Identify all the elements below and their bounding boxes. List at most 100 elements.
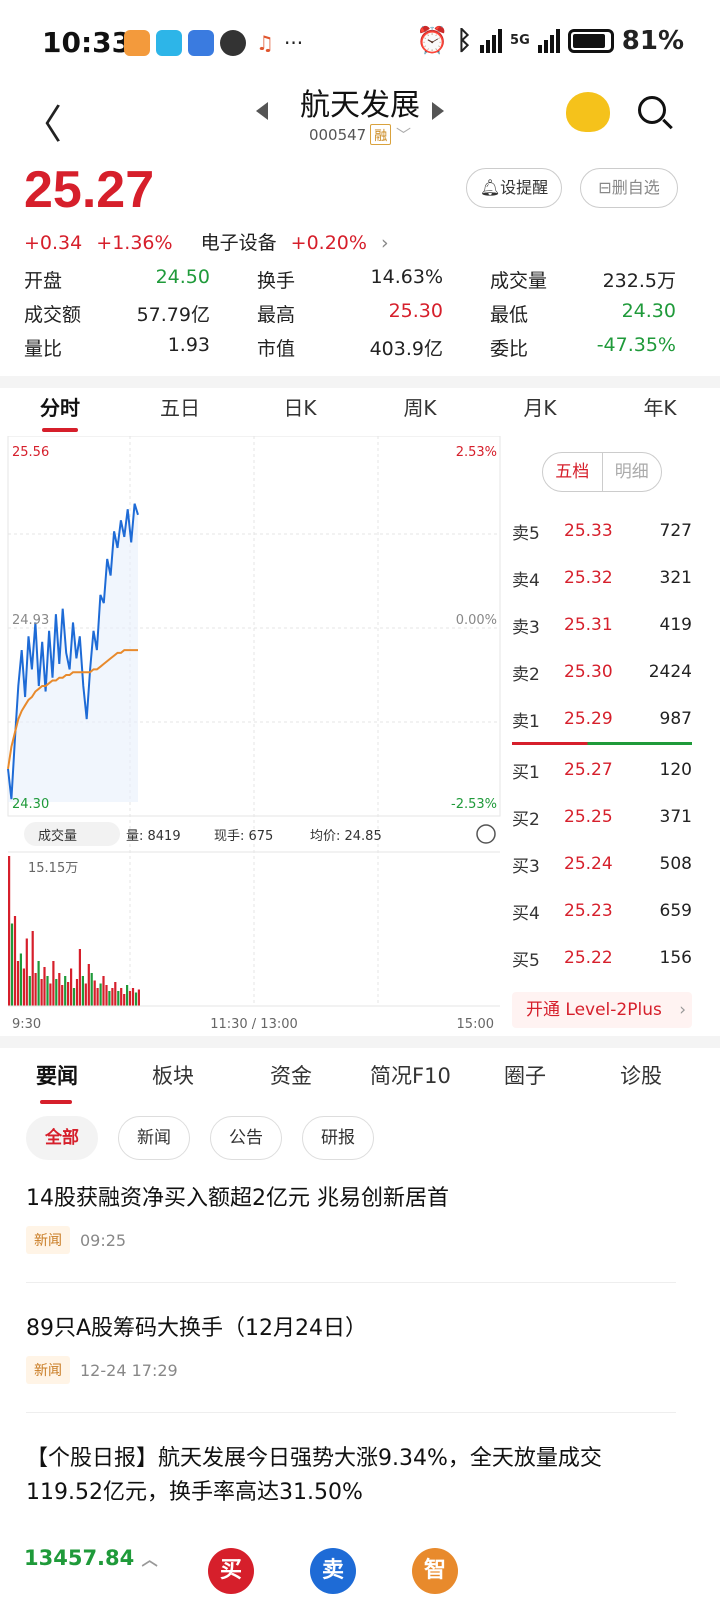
x-tick-label: 15:00 — [457, 1017, 494, 1032]
tab-chart-period[interactable]: 日K — [240, 392, 360, 430]
volume-bar — [131, 988, 135, 1006]
cell-signal-icon — [537, 29, 560, 53]
ask-volume: 987 — [659, 709, 692, 729]
volume-bar — [19, 953, 22, 1006]
remove-watchlist-button[interactable]: ⊟删自选 — [580, 168, 678, 208]
bid-price: 25.27 — [564, 760, 613, 780]
bid-row: 买4 25.23 659 — [512, 896, 692, 926]
bid-row: 买2 25.25 371 — [512, 802, 692, 832]
filter-chip[interactable]: 全部 — [26, 1116, 98, 1160]
section-divider — [0, 376, 720, 388]
tab-news-category[interactable]: 诊股 — [620, 1060, 662, 1090]
tab-chart-period[interactable]: 年K — [600, 392, 720, 430]
tab-news-category[interactable]: 资金 — [270, 1060, 312, 1090]
level2-button[interactable]: 开通 Level-2Plus › — [512, 992, 692, 1028]
tab-five-levels[interactable]: 五档 — [543, 453, 603, 491]
tab-news-category[interactable]: 简况F10 — [370, 1060, 451, 1090]
bid-volume: 371 — [659, 807, 692, 827]
ask-volume: 419 — [659, 615, 692, 635]
stats-row: 量比 1.93 市值 403.9亿 委比 -47.35% — [24, 330, 684, 364]
ask-row: 卖2 25.30 2424 — [512, 657, 692, 687]
bid-price: 25.23 — [564, 901, 613, 921]
ask-price: 25.33 — [564, 521, 613, 541]
tab-chart-period[interactable]: 周K — [360, 392, 480, 430]
alarm-icon: ⏰ — [416, 26, 449, 56]
ask-price: 25.30 — [564, 662, 613, 682]
volume-max-label: 15.15万 — [28, 861, 78, 876]
search-icon[interactable] — [638, 96, 666, 124]
bid-level: 买3 — [512, 856, 540, 877]
ask-row: 卖3 25.31 419 — [512, 610, 692, 640]
order-book-tabs: 五档 明细 — [542, 452, 662, 492]
next-stock-icon[interactable] — [432, 102, 444, 120]
volume-bar — [105, 985, 108, 1006]
app-icon — [156, 30, 182, 56]
news-item[interactable]: 14股获融资净买入额超2亿元 兆易创新居首 新闻 09:25 — [26, 1182, 676, 1254]
volume-bar — [22, 968, 25, 1006]
volume-bar — [8, 856, 11, 1006]
news-meta: 新闻 09:25 — [26, 1226, 676, 1254]
volume-label: 成交量 — [38, 828, 77, 844]
volume-bar — [43, 967, 46, 1006]
tab-chart-period[interactable]: 分时 — [0, 392, 120, 430]
bid-level: 买1 — [512, 762, 540, 783]
volume-bar — [34, 973, 37, 1006]
set-alert-button[interactable]: 🔔︎设提醒 — [466, 168, 562, 208]
volume-bar — [114, 982, 117, 1006]
buy-button[interactable]: 买 — [208, 1548, 254, 1594]
volume-bar — [16, 961, 20, 1006]
news-source-tag: 新闻 — [26, 1356, 70, 1384]
index-value[interactable]: 13457.84 ︿ — [24, 1546, 158, 1570]
volume-bar — [96, 988, 99, 1006]
ask-level: 卖3 — [512, 617, 540, 638]
news-item[interactable]: 【个股日报】航天发展今日强势大涨9.34%，全天放量成交119.52亿元，换手率… — [26, 1442, 676, 1510]
bottom-bar: 13457.84 ︿ 买 卖 智 — [0, 1540, 720, 1610]
volume-bar — [126, 985, 129, 1006]
stat-label: 委比 — [490, 337, 529, 360]
news-time: 09:25 — [80, 1230, 127, 1250]
tab-news-category[interactable]: 要闻 — [36, 1060, 78, 1090]
sell-button[interactable]: 卖 — [310, 1548, 356, 1594]
tab-news-category[interactable]: 圈子 — [504, 1060, 546, 1090]
volume-bar — [31, 931, 34, 1006]
y-tick-label: 0.00% — [456, 613, 497, 628]
news-title: 89只A股筹码大换手（12月24日） — [26, 1316, 368, 1341]
sector-link[interactable]: 电子设备 +0.20% › — [201, 232, 397, 254]
news-item[interactable]: 89只A股筹码大换手（12月24日） 新闻 12-24 17:29 — [26, 1312, 676, 1384]
bluetooth-icon: ᛒ — [456, 26, 473, 56]
bid-level: 买2 — [512, 809, 540, 830]
ask-price: 25.31 — [564, 615, 613, 635]
bid-price: 25.22 — [564, 948, 613, 968]
tab-chart-period[interactable]: 月K — [480, 392, 600, 430]
filter-chip[interactable]: 研报 — [302, 1116, 374, 1160]
smart-button[interactable]: 智 — [412, 1548, 458, 1594]
volume-bar — [49, 983, 52, 1006]
news-time: 12-24 17:29 — [80, 1360, 178, 1380]
app-icon — [220, 30, 246, 56]
filter-chip[interactable]: 公告 — [210, 1116, 282, 1160]
tab-chart-period[interactable]: 五日 — [120, 392, 240, 430]
stat-cell: 量比 1.93 — [24, 334, 210, 361]
intraday-chart[interactable]: 25.56 24.93 24.30 2.53% 0.00% -2.53% 成交量 量: 841… — [0, 436, 505, 1036]
chevron-up-icon: ︿ — [141, 1550, 158, 1569]
volume-bar — [111, 988, 114, 1006]
battery-icon — [567, 29, 614, 53]
mascot-icon[interactable] — [566, 92, 610, 132]
news-tabs: 要闻 板块 资金 简况F10 圈子 诊股 — [0, 1060, 720, 1100]
news-title: 【个股日报】航天发展今日强势大涨9.34%，全天放量成交119.52亿元，换手率… — [26, 1446, 602, 1505]
divider — [26, 1282, 676, 1283]
bid-volume: 659 — [659, 901, 692, 921]
filter-chip[interactable]: 新闻 — [118, 1116, 190, 1160]
settings-icon[interactable] — [476, 824, 496, 844]
volume-bar — [78, 949, 81, 1006]
volume-bar — [120, 988, 123, 1006]
stock-name: 航天发展 — [300, 88, 420, 123]
tab-news-category[interactable]: 板块 — [152, 1060, 194, 1090]
stock-code-row[interactable]: 000547 融 ﹀ — [0, 124, 720, 145]
bid-row: 买3 25.24 508 — [512, 849, 692, 879]
status-time: 10:33 — [42, 26, 132, 59]
minus-box-icon: ⊟ — [598, 178, 612, 197]
volume-bar — [72, 988, 76, 1006]
tab-underline — [40, 1100, 72, 1104]
tab-details[interactable]: 明细 — [603, 453, 662, 491]
